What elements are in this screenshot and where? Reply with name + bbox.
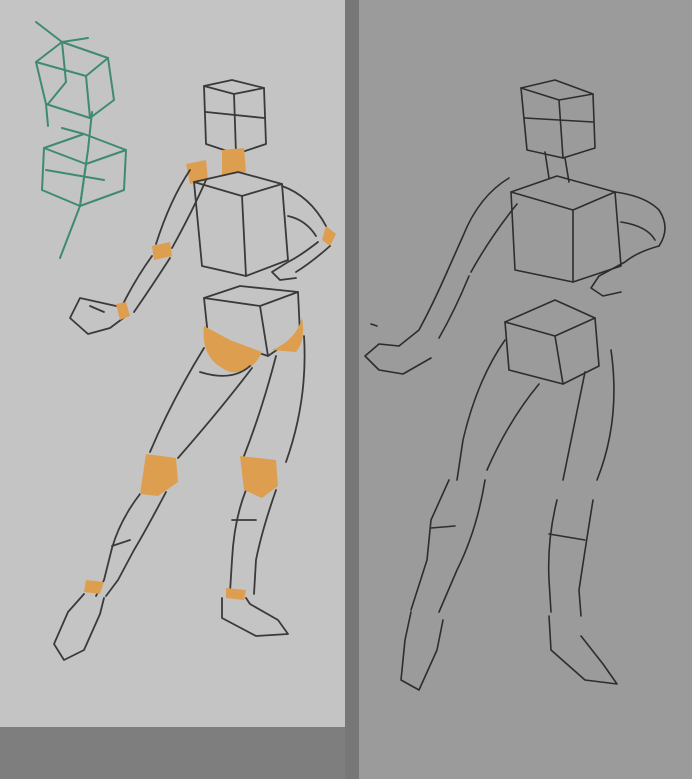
right-drawing-panel	[359, 0, 692, 779]
neck-joint	[222, 148, 246, 176]
mannequin-sketch	[0, 0, 345, 727]
left-canvas-background	[0, 0, 345, 727]
right-canvas-background	[359, 0, 692, 779]
panel-divider	[345, 0, 359, 779]
left-drawing-panel	[0, 0, 345, 727]
right-ankle-joint	[226, 588, 246, 600]
line-sketch	[359, 0, 692, 779]
left-panel-footer-band	[0, 727, 345, 779]
